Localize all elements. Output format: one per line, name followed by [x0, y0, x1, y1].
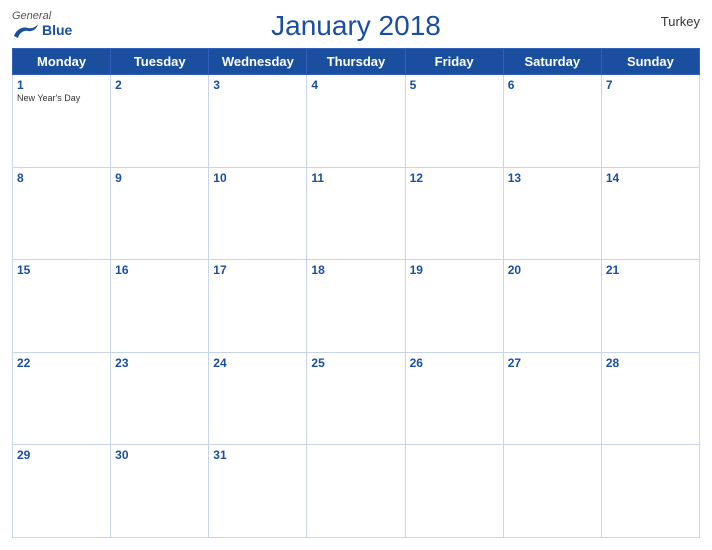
- day-number: 5: [410, 78, 499, 92]
- header-saturday: Saturday: [503, 49, 601, 75]
- calendar-day-cell: 30: [111, 445, 209, 538]
- header-wednesday: Wednesday: [209, 49, 307, 75]
- logo: General Blue: [12, 10, 72, 40]
- day-number: 11: [311, 171, 400, 185]
- calendar-day-cell: 24: [209, 352, 307, 445]
- calendar-table: Monday Tuesday Wednesday Thursday Friday…: [12, 48, 700, 538]
- day-number: 12: [410, 171, 499, 185]
- calendar-title: January 2018: [271, 10, 441, 42]
- calendar-day-cell: 18: [307, 260, 405, 353]
- calendar-day-cell: 25: [307, 352, 405, 445]
- calendar-header: General Blue January 2018 Turkey: [12, 10, 700, 42]
- calendar-day-cell: 29: [13, 445, 111, 538]
- day-number: 7: [606, 78, 695, 92]
- calendar-day-cell: 22: [13, 352, 111, 445]
- day-number: 18: [311, 263, 400, 277]
- calendar-day-cell: 11: [307, 167, 405, 260]
- calendar-day-cell: 19: [405, 260, 503, 353]
- calendar-day-cell: 6: [503, 75, 601, 168]
- calendar-day-cell: 3: [209, 75, 307, 168]
- day-number: 19: [410, 263, 499, 277]
- header-thursday: Thursday: [307, 49, 405, 75]
- calendar-day-cell: 13: [503, 167, 601, 260]
- calendar-day-cell: 16: [111, 260, 209, 353]
- calendar-day-cell: 26: [405, 352, 503, 445]
- calendar-day-cell: 17: [209, 260, 307, 353]
- day-number: 14: [606, 171, 695, 185]
- logo-bird-icon: [12, 22, 40, 40]
- calendar-day-cell: [503, 445, 601, 538]
- day-number: 10: [213, 171, 302, 185]
- day-number: 27: [508, 356, 597, 370]
- calendar-day-cell: 1New Year's Day: [13, 75, 111, 168]
- day-number: 29: [17, 448, 106, 462]
- day-number: 21: [606, 263, 695, 277]
- calendar-day-cell: 15: [13, 260, 111, 353]
- calendar-week-row: 89 10 11 12 13 14: [13, 167, 700, 260]
- header-sunday: Sunday: [601, 49, 699, 75]
- day-number: 4: [311, 78, 400, 92]
- calendar-day-cell: 28: [601, 352, 699, 445]
- day-number: 8: [17, 171, 106, 185]
- calendar-day-cell: 20: [503, 260, 601, 353]
- day-number: 31: [213, 448, 302, 462]
- day-number: 17: [213, 263, 302, 277]
- header-tuesday: Tuesday: [111, 49, 209, 75]
- calendar-day-cell: 23: [111, 352, 209, 445]
- logo-general-text: General: [12, 10, 72, 22]
- calendar-day-cell: 4: [307, 75, 405, 168]
- holiday-label: New Year's Day: [17, 93, 106, 103]
- day-number: 13: [508, 171, 597, 185]
- day-number: 25: [311, 356, 400, 370]
- day-number: 2: [115, 78, 204, 92]
- calendar-day-cell: 7: [601, 75, 699, 168]
- calendar-day-cell: 21: [601, 260, 699, 353]
- day-number: 26: [410, 356, 499, 370]
- day-number: 24: [213, 356, 302, 370]
- calendar-day-cell: 2: [111, 75, 209, 168]
- day-number: 1: [17, 78, 106, 92]
- day-number: 20: [508, 263, 597, 277]
- header-monday: Monday: [13, 49, 111, 75]
- calendar-week-row: 29 30 31: [13, 445, 700, 538]
- calendar-week-row: 1New Year's Day 234567: [13, 75, 700, 168]
- calendar-day-cell: [405, 445, 503, 538]
- day-number: 28: [606, 356, 695, 370]
- day-number: 23: [115, 356, 204, 370]
- day-number: 30: [115, 448, 204, 462]
- calendar-day-cell: 14: [601, 167, 699, 260]
- weekday-header-row: Monday Tuesday Wednesday Thursday Friday…: [13, 49, 700, 75]
- day-number: 16: [115, 263, 204, 277]
- calendar-week-row: 22 23 24 25 26 27 28: [13, 352, 700, 445]
- calendar-day-cell: 9: [111, 167, 209, 260]
- calendar-day-cell: 31: [209, 445, 307, 538]
- day-number: 22: [17, 356, 106, 370]
- calendar-day-cell: 5: [405, 75, 503, 168]
- day-number: 9: [115, 171, 204, 185]
- calendar-day-cell: 12: [405, 167, 503, 260]
- day-number: 3: [213, 78, 302, 92]
- calendar-week-row: 15 16 17 18 19 20 21: [13, 260, 700, 353]
- day-number: 15: [17, 263, 106, 277]
- calendar-day-cell: 8: [13, 167, 111, 260]
- day-number: 6: [508, 78, 597, 92]
- calendar-container: General Blue January 2018 Turkey Monday …: [0, 0, 712, 550]
- calendar-day-cell: 10: [209, 167, 307, 260]
- country-label: Turkey: [661, 14, 700, 29]
- logo-blue-text: Blue: [42, 23, 72, 38]
- header-friday: Friday: [405, 49, 503, 75]
- calendar-day-cell: [601, 445, 699, 538]
- calendar-day-cell: [307, 445, 405, 538]
- calendar-day-cell: 27: [503, 352, 601, 445]
